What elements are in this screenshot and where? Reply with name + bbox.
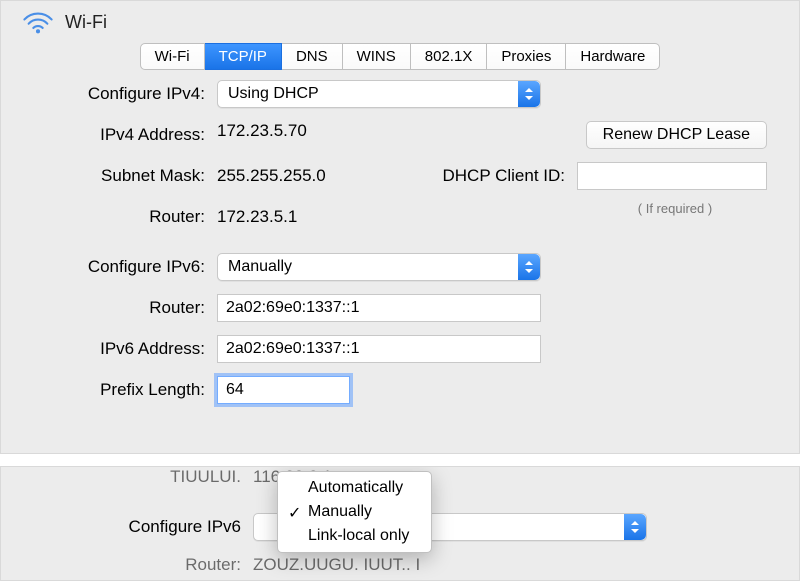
label-configure-ipv4: Configure IPv4: xyxy=(31,84,217,104)
configure-ipv6-value: Manually xyxy=(218,258,518,276)
ipv4-address-value: 172.23.5.70 xyxy=(217,121,307,141)
configure-ipv4-select[interactable]: Using DHCP xyxy=(217,80,541,108)
tab-tcpip[interactable]: TCP/IP xyxy=(205,43,282,70)
network-wifi-panel: Wi-Fi Wi-Fi TCP/IP DNS WINS 802.1X Proxi… xyxy=(0,0,800,454)
crop-router2-label: Router: xyxy=(1,555,253,575)
label-configure-ipv6: Configure IPv6: xyxy=(31,257,217,277)
dhcp-client-id-hint: ( If required ) xyxy=(577,201,773,216)
tab-8021x[interactable]: 802.1X xyxy=(411,43,488,70)
tab-wifi[interactable]: Wi-Fi xyxy=(140,43,205,70)
tcpip-form: Configure IPv4: Using DHCP IPv4 Address:… xyxy=(1,80,799,427)
ipv6-address-input[interactable] xyxy=(217,335,541,363)
label-router-v6: Router: xyxy=(31,298,217,318)
chevron-updown-icon xyxy=(624,514,646,540)
label-prefix-length: Prefix Length: xyxy=(31,380,217,400)
label-ipv6-address: IPv6 Address: xyxy=(31,339,217,359)
chevron-updown-icon xyxy=(518,254,540,280)
crop-router-label: TIUULUI. xyxy=(1,467,253,487)
renew-dhcp-button[interactable]: Renew DHCP Lease xyxy=(586,121,767,149)
panel-title: Wi-Fi xyxy=(65,12,107,33)
label-ipv4-address: IPv4 Address: xyxy=(31,125,217,145)
dropdown-option-manually[interactable]: ✓ Manually xyxy=(278,500,431,524)
tab-wins[interactable]: WINS xyxy=(343,43,411,70)
tab-proxies[interactable]: Proxies xyxy=(487,43,566,70)
settings-tabbar: Wi-Fi TCP/IP DNS WINS 802.1X Proxies Har… xyxy=(1,41,799,80)
label-dhcp-client-id: DHCP Client ID: xyxy=(443,166,578,186)
label-router-v4: Router: xyxy=(31,207,217,227)
network-wifi-panel-crop: TIUULUI. 116.20.0.1 Configure IPv6 Route… xyxy=(0,466,800,581)
configure-ipv6-select[interactable]: Manually xyxy=(217,253,541,281)
router-v4-value: 172.23.5.1 xyxy=(217,207,297,227)
dropdown-option-automatically[interactable]: Automatically xyxy=(278,476,431,500)
dropdown-option-linklocal[interactable]: Link-local only xyxy=(278,524,431,548)
crop-router2-value: ZOUZ.UUGU. IUUT.. I xyxy=(253,555,420,575)
dhcp-client-id-input[interactable] xyxy=(577,162,767,190)
chevron-updown-icon xyxy=(518,81,540,107)
prefix-length-input[interactable] xyxy=(217,376,350,404)
ipv6-mode-dropdown[interactable]: Automatically ✓ Manually Link-local only xyxy=(277,471,432,553)
subnet-mask-value: 255.255.255.0 xyxy=(217,166,326,186)
configure-ipv4-value: Using DHCP xyxy=(218,85,518,103)
crop-configure-ipv6-label: Configure IPv6 xyxy=(1,517,253,537)
panel-header: Wi-Fi xyxy=(1,1,799,41)
tab-hardware[interactable]: Hardware xyxy=(566,43,660,70)
checkmark-icon: ✓ xyxy=(288,503,301,523)
label-subnet-mask: Subnet Mask: xyxy=(31,166,217,186)
tab-dns[interactable]: DNS xyxy=(282,43,343,70)
wifi-icon xyxy=(21,9,55,35)
router-v6-input[interactable] xyxy=(217,294,541,322)
